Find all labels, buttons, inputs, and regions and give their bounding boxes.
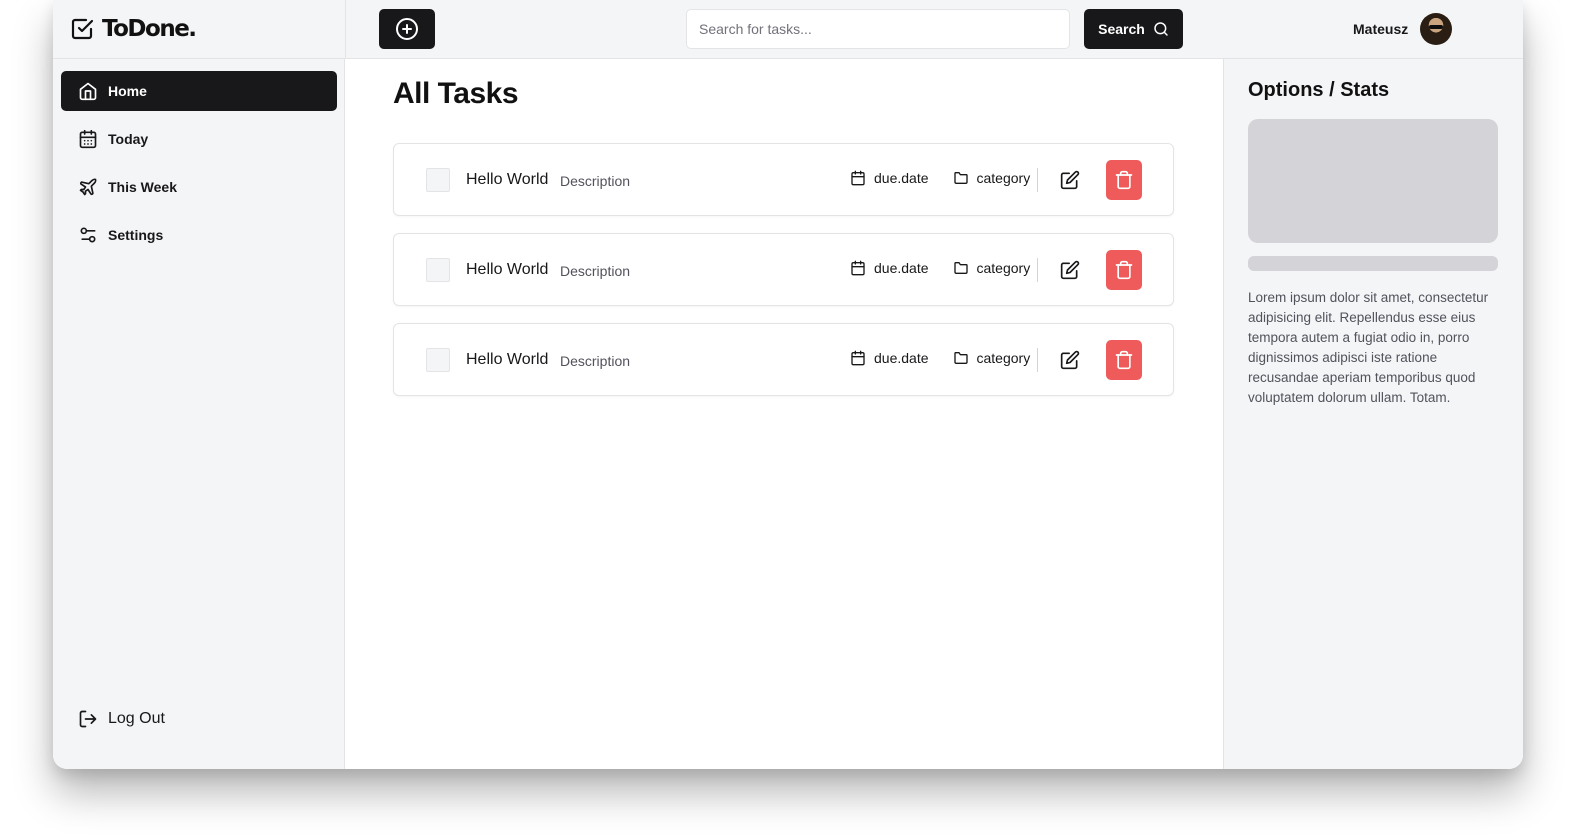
trash-icon (1114, 350, 1134, 370)
task-description: Description (560, 173, 631, 189)
delete-task-button[interactable] (1106, 250, 1142, 290)
task-due-date: due.date (874, 260, 929, 276)
task-due-date: due.date (874, 170, 929, 186)
brand[interactable]: ToDone. (70, 12, 348, 46)
calendar-icon (78, 129, 98, 149)
task-meta: due.date category (850, 260, 1030, 276)
main-content: All Tasks Hello World Description due.da… (346, 59, 1223, 769)
settings-sliders-icon (78, 225, 98, 245)
folder-icon (953, 170, 969, 186)
options-stats-panel: Options / Stats Lorem ipsum dolor sit am… (1223, 59, 1523, 769)
task-card: Hello World Description due.date categor… (393, 233, 1174, 306)
task-title: Hello World (466, 171, 549, 188)
search-icon (1153, 21, 1169, 37)
task-description: Description (560, 263, 631, 279)
stats-placeholder-box (1248, 119, 1498, 243)
app-window: ToDone. Search Mateusz (53, 0, 1523, 769)
edit-task-button[interactable] (1058, 258, 1082, 282)
sidebar-item-today[interactable]: Today (61, 119, 337, 159)
add-task-button[interactable] (379, 9, 435, 49)
task-title: Hello World (466, 351, 549, 368)
task-divider (1037, 258, 1038, 282)
log-out-icon (78, 709, 98, 729)
user-menu[interactable]: Mateusz (1353, 12, 1453, 46)
search-button-label: Search (1098, 21, 1145, 37)
task-category: category (976, 170, 1031, 186)
task-category: category (976, 260, 1031, 276)
top-bar: ToDone. Search Mateusz (53, 0, 1523, 59)
calendar-icon (850, 170, 866, 186)
logout-label: Log Out (108, 710, 165, 727)
panel-description: Lorem ipsum dolor sit amet, consectetur … (1248, 290, 1489, 405)
task-divider (1037, 348, 1038, 372)
edit-icon (1060, 260, 1080, 280)
edit-icon (1060, 350, 1080, 370)
sidebar-item-label: Today (108, 131, 149, 147)
task-title: Hello World (466, 261, 549, 278)
task-meta: due.date category (850, 170, 1030, 186)
task-card: Hello World Description due.date categor… (393, 143, 1174, 216)
task-due-date: due.date (874, 350, 929, 366)
brand-name: ToDone. (102, 16, 197, 42)
delete-task-button[interactable] (1106, 340, 1142, 380)
trash-icon (1114, 170, 1134, 190)
home-icon (78, 81, 98, 101)
user-name: Mateusz (1353, 21, 1409, 37)
calendar-icon (850, 350, 866, 366)
task-checkbox[interactable] (426, 168, 450, 192)
delete-task-button[interactable] (1106, 160, 1142, 200)
folder-icon (953, 350, 969, 366)
edit-task-button[interactable] (1058, 348, 1082, 372)
task-description: Description (560, 353, 631, 369)
panel-title: Options / Stats (1248, 79, 1390, 101)
avatar[interactable] (1420, 13, 1453, 45)
sidebar-item-label: Home (108, 83, 147, 99)
sidebar-item-settings[interactable]: Settings (61, 215, 337, 255)
sidebar-item-label: Settings (108, 227, 164, 243)
task-divider (1037, 168, 1038, 192)
sidebar: Home Today This Week Settings Log Out (53, 59, 345, 769)
logout-button[interactable]: Log Out (78, 709, 165, 729)
plane-icon (78, 177, 98, 197)
folder-icon (953, 260, 969, 276)
task-category: category (976, 350, 1031, 366)
task-meta: due.date category (850, 350, 1030, 366)
trash-icon (1114, 260, 1134, 280)
calendar-icon (850, 260, 866, 276)
sidebar-item-this-week[interactable]: This Week (61, 167, 337, 207)
search-button[interactable]: Search (1084, 9, 1183, 49)
task-checkbox[interactable] (426, 348, 450, 372)
plus-circle-icon (395, 17, 419, 41)
search-input[interactable] (686, 9, 1070, 49)
edit-task-button[interactable] (1058, 168, 1082, 192)
header-divider (345, 0, 346, 59)
page-title: All Tasks (393, 77, 519, 110)
sidebar-item-label: This Week (108, 179, 177, 195)
checkbox-logo-icon (70, 17, 94, 41)
sidebar-item-home[interactable]: Home (61, 71, 337, 111)
task-checkbox[interactable] (426, 258, 450, 282)
edit-icon (1060, 170, 1080, 190)
stats-placeholder-bar (1248, 256, 1498, 271)
task-card: Hello World Description due.date categor… (393, 323, 1174, 396)
